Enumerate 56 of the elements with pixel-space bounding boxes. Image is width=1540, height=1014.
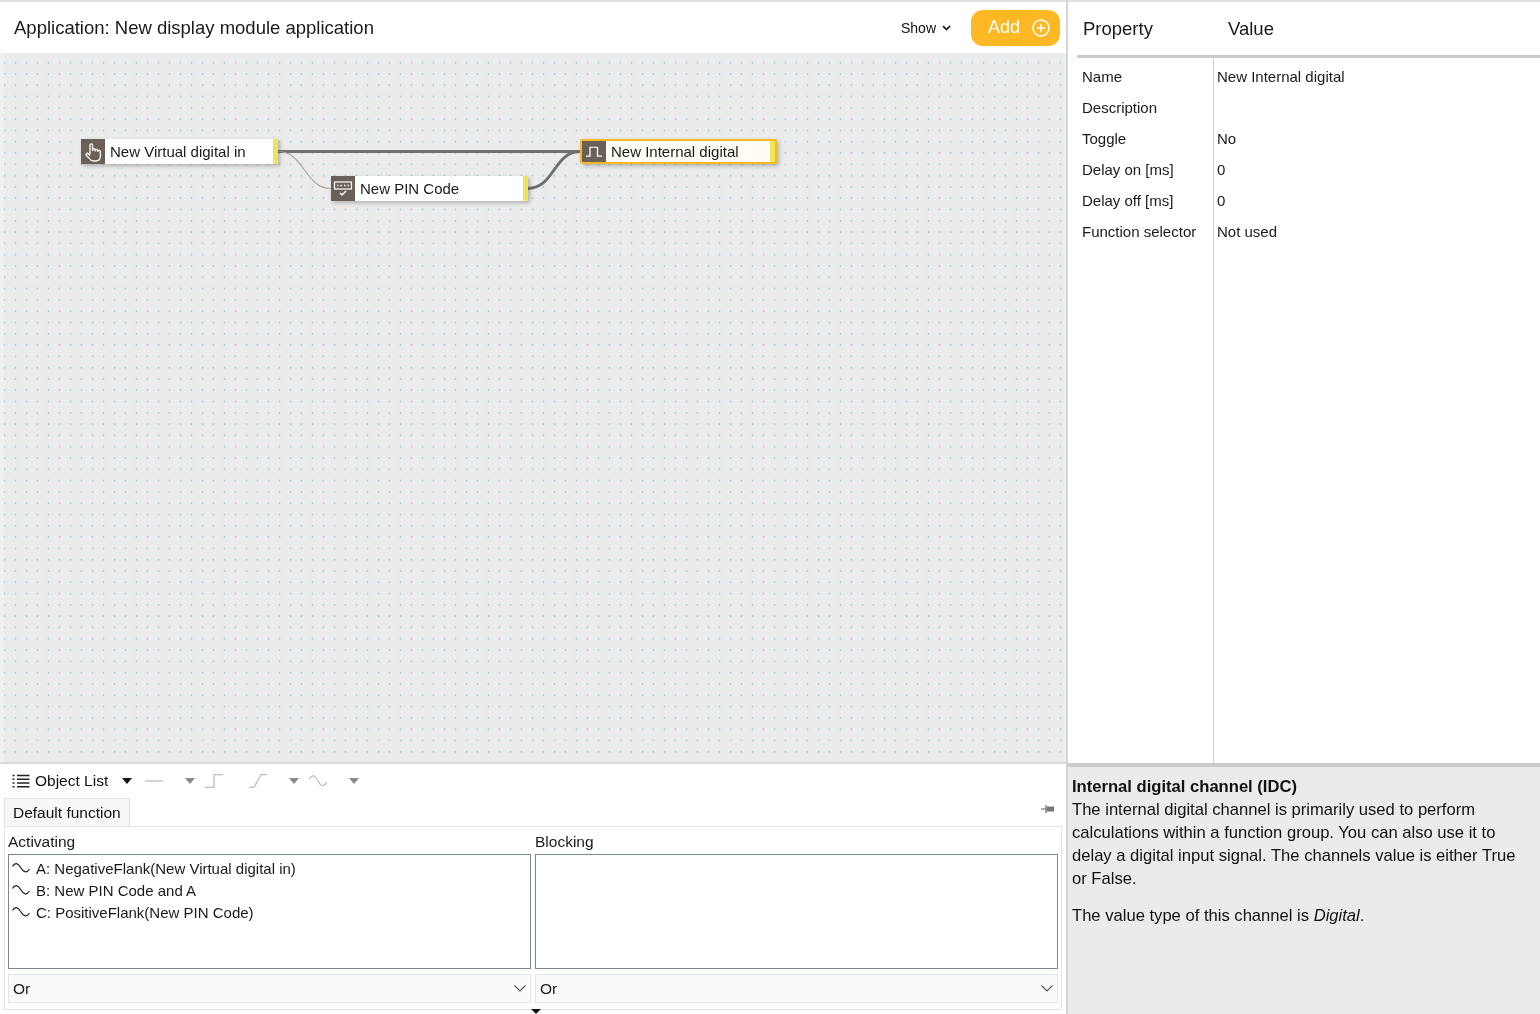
keypad-check-icon <box>331 176 355 201</box>
wave-icon <box>12 906 30 918</box>
plus-circle-icon <box>1032 18 1050 37</box>
property-name: Name <box>1081 68 1122 85</box>
show-menu-button[interactable]: Show <box>900 17 951 38</box>
function-tab[interactable]: Default function <box>4 798 130 826</box>
output-port <box>523 176 528 201</box>
property-value[interactable]: New Internal digital <box>1214 68 1345 85</box>
wave-icon <box>12 884 30 896</box>
wave-icon <box>309 773 328 788</box>
property-value[interactable]: 0 <box>1214 161 1226 178</box>
caret-icon <box>289 777 300 784</box>
property-name: Delay on [ms] <box>1081 161 1174 178</box>
step-icon <box>205 773 224 788</box>
caret-icon <box>122 777 133 784</box>
flow-node[interactable]: New Internal digital <box>580 139 777 164</box>
output-port <box>273 139 278 164</box>
wave-icon <box>12 862 30 874</box>
property-name: Delay off [ms] <box>1081 192 1174 209</box>
property-name: Description <box>1081 99 1158 116</box>
pin-icon[interactable] <box>1041 804 1054 814</box>
condition-group-label: Blocking <box>535 832 594 852</box>
property-name: Function selector <box>1081 223 1197 240</box>
chevron-down-icon <box>1041 985 1053 992</box>
caret-icon <box>349 777 360 784</box>
pulse-icon <box>582 141 606 162</box>
line-icon <box>145 779 164 782</box>
flow-node[interactable]: New PIN Code <box>331 176 528 201</box>
caret-icon <box>185 777 196 784</box>
chevron-down-icon <box>942 24 951 31</box>
condition-item[interactable]: C: PositiveFlank(New PIN Code) <box>9 901 254 923</box>
flow-node[interactable]: New Virtual digital in <box>81 139 278 164</box>
condition-group-label: Activating <box>8 832 76 852</box>
property-value[interactable]: Not used <box>1214 223 1278 240</box>
description-text: The internal digital channel is primarily used to perform calculations within a function group. You can also use it to delay a digital input signal. The channels value is either True or False. <box>1072 799 1517 890</box>
window-title: Application: New display module application <box>14 16 375 39</box>
description-text: The value type of this channel is Digital. <box>1072 905 1366 927</box>
property-value[interactable]: No <box>1214 130 1237 147</box>
condition-item[interactable]: A: NegativeFlank(New Virtual digital in) <box>9 857 296 879</box>
operator-dropdown[interactable]: Or <box>535 974 1058 1003</box>
property-value[interactable]: 0 <box>1214 192 1226 209</box>
column-header: Property <box>1082 17 1154 40</box>
condition-list[interactable]: A: NegativeFlank(New Virtual digital in) B: New PIN Code and A C: PositiveFlank(New PIN Code) <box>8 854 531 969</box>
ramp-icon <box>249 773 268 788</box>
chevron-down-icon <box>514 985 526 992</box>
column-header: Value <box>1228 17 1274 40</box>
output-port <box>770 141 775 162</box>
description-title: Internal digital channel (IDC) <box>1072 776 1298 798</box>
condition-item[interactable]: B: New PIN Code and A <box>9 879 197 901</box>
operator-dropdown[interactable]: Or <box>8 974 531 1003</box>
object-list-button[interactable]: Object List <box>12 771 133 790</box>
list-icon <box>12 773 30 788</box>
property-name: Toggle <box>1081 130 1127 147</box>
splitter-handle-icon[interactable] <box>531 1009 541 1014</box>
condition-list[interactable] <box>535 854 1058 969</box>
pointing-hand-icon <box>81 139 105 164</box>
